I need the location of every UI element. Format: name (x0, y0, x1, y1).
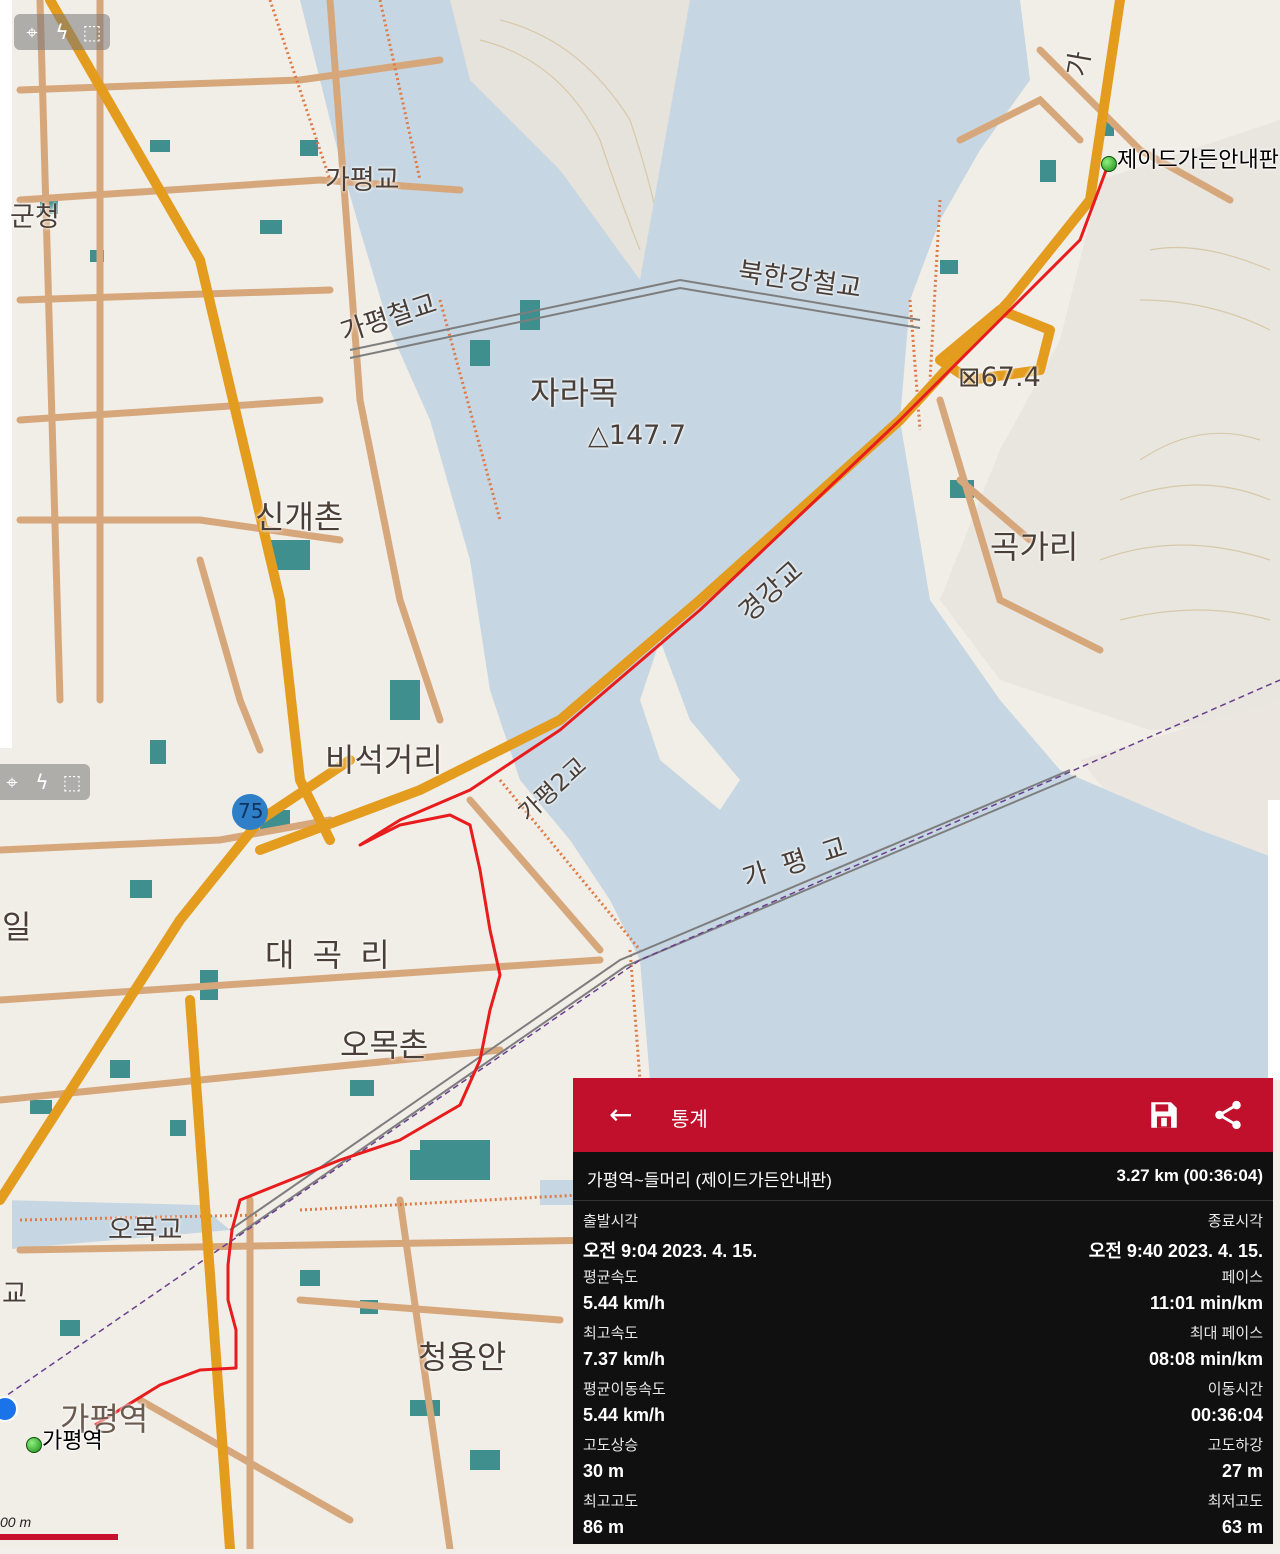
label-peak-147: △147.7 (588, 420, 687, 451)
triangle-icon: △ (588, 420, 609, 451)
label-jaramok: 자라목 (530, 374, 619, 412)
stat-max-elevation: 최고고도 86 m (583, 1493, 639, 1537)
selection-icon[interactable]: ⬚ (80, 20, 104, 44)
track-distance-duration: 3.27 km (00:36:04) (1116, 1166, 1263, 1185)
start-pin[interactable] (26, 1437, 42, 1453)
crosshair-icon[interactable]: ⌖ (0, 770, 24, 794)
back-arrow-icon[interactable]: ← (609, 1098, 632, 1131)
start-pin-label: 가평역 (42, 1429, 103, 1454)
label-gyo: 교 (2, 1279, 27, 1310)
statistics-header: ← 통계 (573, 1078, 1273, 1152)
crosshair-icon[interactable]: ⌖ (20, 20, 44, 44)
track-name: 가평역~들머리 (제이드가든안내판) (587, 1171, 832, 1190)
stat-max-pace: 최대 페이스 08:08 min/km (1148, 1325, 1263, 1369)
statistics-panel: ← 통계 가평역~들머리 (제이드가든안내판) 3.27 km (00:36:0… (573, 1078, 1273, 1544)
map-toolbar-bottom: ⌖ ϟ ⬚ (0, 764, 90, 800)
stat-end-time: 종료시각 오전 9:40 2023. 4. 15. (1088, 1213, 1263, 1261)
label-daegokri: 대 곡 리 (265, 936, 394, 974)
map-toolbar-top: ⌖ ϟ ⬚ (14, 14, 110, 50)
stat-max-speed: 최고속도 7.37 km/h (583, 1325, 666, 1369)
label-cheongyongan: 청용안 (418, 1338, 507, 1376)
lightning-icon[interactable]: ϟ (50, 20, 74, 44)
stat-pace: 페이스 11:01 min/km (1149, 1269, 1263, 1313)
scale-label: 00 m (0, 1514, 32, 1530)
label-il: 일 (2, 908, 32, 946)
share-icon[interactable] (1211, 1098, 1245, 1132)
label-gogari: 곡가리 (990, 528, 1079, 566)
lightning-icon[interactable]: ϟ (30, 770, 54, 794)
stat-avg-moving-speed: 평균이동속도 5.44 km/h (583, 1381, 666, 1425)
label-gapyeonggyo-top: 가평교 (325, 165, 400, 196)
label-bisseokgeori: 비석거리 (325, 741, 443, 779)
stat-moving-time: 이동시간 00:36:04 (1190, 1381, 1263, 1425)
label-omokgyo: 오목교 (108, 1215, 183, 1246)
stat-min-elevation: 최저고도 63 m (1207, 1493, 1263, 1537)
trig-point-icon: ⊠ (958, 362, 981, 393)
label-peak-67: ⊠67.4 (958, 362, 1041, 393)
label-omokchon: 오목촌 (340, 1026, 429, 1064)
selection-icon[interactable]: ⬚ (60, 770, 84, 794)
statistics-title: 통계 (671, 1109, 708, 1131)
track-summary-row: 가평역~들머리 (제이드가든안내판) 3.27 km (00:36:04) (587, 1166, 1263, 1191)
stat-start-time: 출발시각 오전 9:04 2023. 4. 15. (583, 1213, 758, 1261)
stat-avg-speed: 평균속도 5.44 km/h (583, 1269, 666, 1313)
scale-bar (0, 1534, 118, 1540)
save-icon[interactable] (1147, 1098, 1181, 1132)
end-pin[interactable] (1101, 156, 1117, 172)
end-pin-label: 제이드가든안내판 (1117, 148, 1279, 173)
label-gunchung: 군청 (10, 202, 60, 233)
label-singaechon: 신개촌 (255, 498, 344, 536)
divider (573, 1200, 1273, 1201)
stat-elevation-loss: 고도하강 27 m (1207, 1437, 1263, 1481)
route-75-badge: 75 (238, 799, 264, 823)
stat-elevation-gain: 고도상승 30 m (583, 1437, 639, 1481)
